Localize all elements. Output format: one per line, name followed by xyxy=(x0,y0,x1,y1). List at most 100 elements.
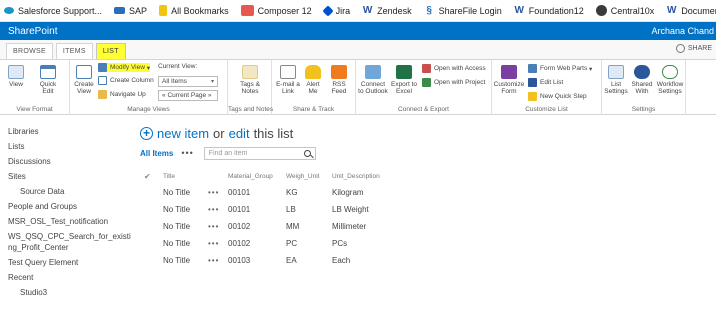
chevron-right-icon[interactable]: » xyxy=(208,92,212,99)
search-icon[interactable] xyxy=(303,149,311,157)
export-excel-button[interactable]: Export to Excel xyxy=(390,65,418,95)
view-all-items[interactable]: All Items xyxy=(140,149,173,158)
search-input[interactable]: Find an item xyxy=(203,146,316,160)
column-header-weigh-unit[interactable]: Weigh_Unit xyxy=(286,173,319,180)
customize-form-button[interactable]: Customize Form xyxy=(494,65,524,95)
nav-item-sites[interactable]: Sites xyxy=(8,169,133,184)
cell-unit-description: Each xyxy=(332,256,351,265)
project-icon xyxy=(422,78,431,87)
bookmark-all-bookmarks[interactable]: All Bookmarks xyxy=(159,5,229,16)
nav-item-discussions[interactable]: Discussions xyxy=(8,154,133,169)
sharepoint-brand[interactable]: SharePoint xyxy=(0,26,57,37)
bookmark-foundation[interactable]: W Foundation12 xyxy=(514,5,583,16)
item-menu-icon[interactable]: ••• xyxy=(208,205,219,214)
view-button[interactable]: View xyxy=(6,65,26,88)
open-project-button[interactable]: Open with Project xyxy=(422,78,485,87)
create-column-button[interactable]: Create Column xyxy=(98,76,154,85)
bookmark-sharefile[interactable]: § ShareFile Login xyxy=(424,5,501,16)
form-web-parts-button[interactable]: Form Web Parts ▾ xyxy=(528,64,592,73)
nav-item-source-data[interactable]: Source Data xyxy=(8,184,133,199)
group-label: Manage Views xyxy=(127,106,170,113)
cell-weigh-unit: LB xyxy=(286,205,296,214)
create-view-button[interactable]: Create View xyxy=(72,65,96,95)
envelope-icon xyxy=(280,65,296,79)
table-row[interactable]: No Title ••• 00102 PC PCs xyxy=(140,235,560,252)
cell-unit-description: LB Weight xyxy=(332,205,369,214)
bookmark-jira[interactable]: Jira xyxy=(321,4,351,17)
shared-with-button[interactable]: Shared With xyxy=(630,65,654,95)
column-header-title[interactable]: Title xyxy=(163,173,175,180)
new-item-link[interactable]: new item xyxy=(157,126,209,141)
select-all-checkmark-icon[interactable]: ✔ xyxy=(144,172,151,181)
datasheet-view-icon xyxy=(8,65,24,79)
quick-edit-button[interactable]: Quick Edit xyxy=(34,65,62,95)
item-menu-icon[interactable]: ••• xyxy=(208,188,219,197)
rss-feed-button[interactable]: RSS Feed xyxy=(328,65,350,95)
modify-view-button[interactable]: Modify View ▾ xyxy=(98,63,150,72)
navigate-up-button[interactable]: Navigate Up xyxy=(98,90,146,99)
tab-browse[interactable]: BROWSE xyxy=(6,43,53,59)
create-column-icon xyxy=(98,76,107,85)
bookmarks-bar: Salesforce Support... SAP All Bookmarks … xyxy=(0,0,716,22)
share-label: SHARE xyxy=(687,45,712,52)
nav-item-libraries[interactable]: Libraries xyxy=(8,124,133,139)
item-menu-icon[interactable]: ••• xyxy=(208,256,219,265)
current-page-pager[interactable]: « Current Page » xyxy=(158,90,218,101)
share-button[interactable]: SHARE xyxy=(675,44,712,53)
open-access-button[interactable]: Open with Access xyxy=(422,64,486,73)
nav-item-msr-osl[interactable]: MSR_OSL_Test_notification xyxy=(8,214,133,229)
word-icon: W xyxy=(667,5,677,16)
bookmark-composer[interactable]: Composer 12 xyxy=(240,5,312,16)
create-view-icon xyxy=(76,65,92,79)
jira-icon xyxy=(321,4,334,17)
cell-title[interactable]: No Title xyxy=(163,222,190,231)
bookmark-zendesk[interactable]: W Zendesk xyxy=(362,5,412,16)
item-menu-icon[interactable]: ••• xyxy=(208,222,219,231)
new-quick-step-button[interactable]: New Quick Step xyxy=(528,92,587,101)
plus-circle-icon[interactable]: + xyxy=(140,126,153,140)
bookmark-central10x[interactable]: Central10x xyxy=(595,5,654,16)
alert-me-button[interactable]: Alert Me xyxy=(302,65,324,95)
table-row[interactable]: No Title ••• 00101 KG Kilogram xyxy=(140,184,560,201)
table-row[interactable]: No Title ••• 00101 LB LB Weight xyxy=(140,201,560,218)
view-toolbar: All Items ••• Find an item xyxy=(140,146,316,160)
cell-unit-description: Millimeter xyxy=(332,222,367,231)
infopath-icon xyxy=(501,65,517,79)
column-header-unit-description[interactable]: Unit_Description xyxy=(332,173,380,180)
bookmark-sap[interactable]: SAP xyxy=(114,6,147,16)
workflow-settings-button[interactable]: Workflow Settings xyxy=(656,65,684,95)
cell-title[interactable]: No Title xyxy=(163,205,190,214)
nav-item-test-query[interactable]: Test Query Element xyxy=(8,255,133,270)
list-settings-button[interactable]: List Settings xyxy=(604,65,628,95)
user-name[interactable]: Archana Chand xyxy=(651,26,716,36)
excel-icon xyxy=(396,65,412,79)
table-row[interactable]: No Title ••• 00102 MM Millimeter xyxy=(140,218,560,235)
word-icon: W xyxy=(362,5,373,16)
column-header-material-group[interactable]: Material_Group xyxy=(228,173,273,180)
current-view-select[interactable]: All Items ▾ xyxy=(158,76,218,87)
bookmark-documentation[interactable]: W Documentation xyxy=(666,5,716,16)
tab-list[interactable]: LIST xyxy=(95,43,126,59)
tab-items[interactable]: ITEMS xyxy=(55,43,93,59)
connect-outlook-button[interactable]: Connect to Outlook xyxy=(358,65,388,95)
nav-item-ws-qsq[interactable]: WS_QSQ_CPC_Search_for_existing_Profit_Ce… xyxy=(8,229,133,255)
cell-title[interactable]: No Title xyxy=(163,188,190,197)
cell-material-group: 00102 xyxy=(228,239,251,248)
edit-list-button[interactable]: Edit List xyxy=(528,78,563,87)
more-views-icon[interactable]: ••• xyxy=(181,148,193,158)
cell-title[interactable]: No Title xyxy=(163,239,190,248)
bookmark-salesforce[interactable]: Salesforce Support... xyxy=(4,6,102,16)
edit-link[interactable]: edit xyxy=(229,126,250,141)
nav-item-lists[interactable]: Lists xyxy=(8,139,133,154)
bookmark-label: Jira xyxy=(335,5,351,16)
email-link-button[interactable]: E-mail a Link xyxy=(276,65,300,95)
nav-item-recent[interactable]: Recent xyxy=(8,270,133,285)
nav-item-people-groups[interactable]: People and Groups xyxy=(8,199,133,214)
table-row[interactable]: No Title ••• 00103 EA Each xyxy=(140,252,560,269)
tags-notes-button[interactable]: Tags & Notes xyxy=(236,65,264,95)
item-menu-icon[interactable]: ••• xyxy=(208,239,219,248)
cell-title[interactable]: No Title xyxy=(163,256,190,265)
chevron-left-icon[interactable]: « xyxy=(162,92,166,99)
group-label: View Format xyxy=(16,106,53,113)
nav-item-studio3[interactable]: Studio3 xyxy=(8,285,133,300)
